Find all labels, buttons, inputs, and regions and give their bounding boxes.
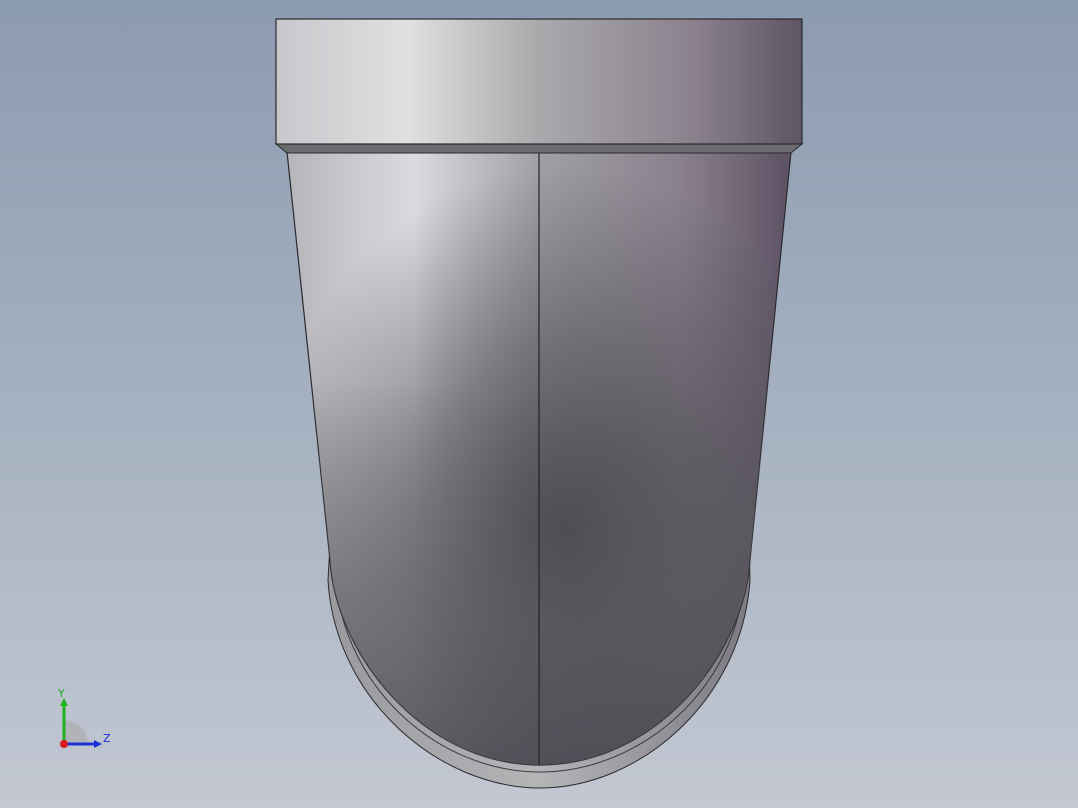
elbow-top-cap — [275, 18, 803, 145]
pipe-elbow-model[interactable] — [0, 0, 1078, 808]
triad-y-label: Y — [58, 687, 65, 700]
graphics-viewport[interactable]: Y Z — [0, 0, 1078, 808]
triad-z-label: Z — [103, 732, 111, 745]
reference-triad: Y Z — [50, 686, 120, 752]
cap-chamfer — [274, 143, 804, 154]
